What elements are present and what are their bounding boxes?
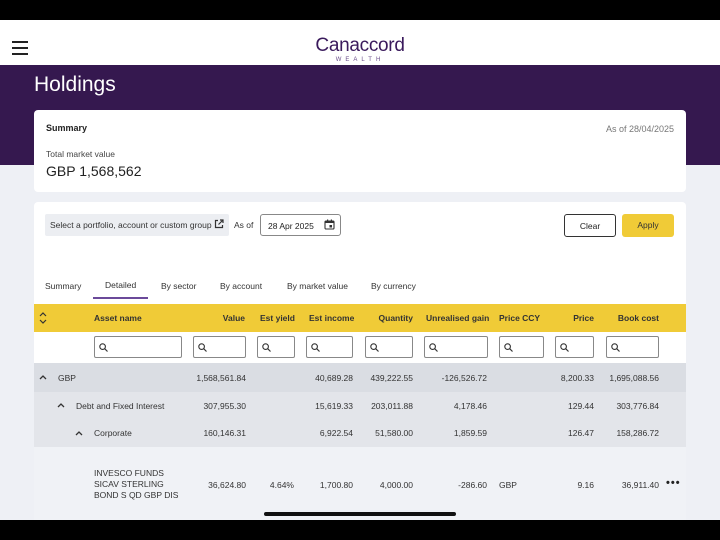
calendar-icon[interactable]	[324, 219, 335, 230]
unrealised-gain-search-input[interactable]	[424, 336, 488, 358]
row-quantity: 203,011.88	[371, 401, 413, 411]
tab-by-market-value[interactable]: By market value	[287, 281, 348, 291]
search-icon	[429, 343, 438, 352]
summary-as-of: As of 28/04/2025	[605, 124, 674, 134]
row-name: Corporate	[94, 428, 132, 438]
table-header: Asset name Value Est yield Est income Qu…	[34, 304, 686, 332]
top-bar: Canaccord WEALTH	[0, 20, 720, 65]
row-value: 1,568,561.84	[196, 373, 246, 383]
col-unrealised-gain[interactable]: Unrealised gain	[426, 313, 489, 323]
price-search-input[interactable]	[555, 336, 594, 358]
brand-logo: Canaccord WEALTH	[0, 36, 720, 64]
more-options-icon[interactable]: •••	[666, 477, 681, 489]
col-asset-name[interactable]: Asset name	[94, 313, 142, 323]
value-search-input[interactable]	[193, 336, 246, 358]
search-icon	[99, 343, 108, 352]
table-row-group-gbp[interactable]: GBP 1,568,561.84 40,689.28 439,222.55 -1…	[34, 363, 686, 392]
book-cost-search-input[interactable]	[606, 336, 659, 358]
logo-main-text: Canaccord	[315, 35, 405, 56]
table-row[interactable]: INVESCO FUNDS SICAV STERLING BOND S QD G…	[34, 447, 686, 520]
logo-sub-text: WEALTH	[335, 57, 385, 63]
col-price[interactable]: Price	[554, 313, 594, 323]
tab-by-sector[interactable]: By sector	[161, 281, 196, 291]
row-price-ccy: GBP	[499, 480, 517, 490]
col-value[interactable]: Value	[184, 313, 245, 323]
col-book-cost[interactable]: Book cost	[614, 313, 659, 323]
row-unrealised-gain: 4,178.46	[453, 401, 487, 411]
search-icon	[560, 343, 569, 352]
chevron-up-icon[interactable]	[39, 374, 47, 380]
as-of-label: As of	[234, 220, 254, 230]
row-est-income: 1,700.80	[319, 480, 353, 490]
date-field[interactable]: 28 Apr 2025	[260, 214, 341, 236]
app-screen: Canaccord WEALTH Holdings Summary As of …	[0, 20, 720, 520]
row-book-cost: 36,911.40	[621, 480, 659, 490]
col-quantity[interactable]: Quantity	[364, 313, 413, 323]
total-market-value: GBP 1,568,562	[46, 163, 142, 179]
clear-button[interactable]: Clear	[564, 214, 616, 237]
page-title: Holdings	[34, 73, 116, 96]
home-indicator	[264, 512, 456, 516]
portfolio-select[interactable]: Select a portfolio, account or custom gr…	[45, 214, 229, 236]
row-unrealised-gain: 1,859.59	[453, 428, 487, 438]
col-est-yield[interactable]: Est yield	[260, 313, 295, 323]
row-quantity: 439,222.55	[370, 373, 413, 383]
external-link-icon	[214, 219, 224, 229]
est-income-search-input[interactable]	[306, 336, 353, 358]
asset-name-line: BOND S QD GBP DIS	[94, 490, 179, 500]
table-row-group-corporate[interactable]: Corporate 160,146.31 6,922.54 51,580.00 …	[34, 419, 686, 447]
portfolio-select-label: Select a portfolio, account or custom gr…	[50, 220, 212, 230]
row-price: 9.16	[577, 480, 594, 490]
summary-card: Summary As of 28/04/2025 Total market va…	[34, 110, 686, 192]
est-yield-search-input[interactable]	[257, 336, 295, 358]
row-value: 36,624.80	[208, 480, 246, 490]
search-icon	[611, 343, 620, 352]
total-market-value-label: Total market value	[46, 149, 115, 159]
search-icon	[504, 343, 513, 352]
search-icon	[262, 343, 271, 352]
quantity-search-input[interactable]	[365, 336, 413, 358]
row-unrealised-gain: -286.60	[458, 480, 487, 490]
view-tabs: Summary Detailed By sector By account By…	[34, 272, 686, 304]
apply-button[interactable]: Apply	[622, 214, 674, 237]
chevron-up-icon[interactable]	[75, 430, 83, 436]
col-est-income[interactable]: Est income	[309, 313, 354, 323]
price-ccy-search-input[interactable]	[499, 336, 544, 358]
asset-name-line: INVESCO FUNDS	[94, 468, 164, 478]
expand-collapse-icon[interactable]	[39, 310, 47, 326]
date-value: 28 Apr 2025	[268, 221, 314, 231]
tab-by-account[interactable]: By account	[220, 281, 262, 291]
row-est-income: 40,689.28	[315, 373, 353, 383]
row-book-cost: 158,286.72	[616, 428, 659, 438]
tab-detailed[interactable]: Detailed	[93, 280, 149, 299]
row-est-income: 6,922.54	[319, 428, 353, 438]
row-value: 307,955.30	[203, 401, 246, 411]
row-quantity: 51,580.00	[375, 428, 413, 438]
row-book-cost: 1,695,088.56	[609, 373, 659, 383]
tab-by-currency[interactable]: By currency	[371, 281, 416, 291]
row-unrealised-gain: -126,526.72	[441, 373, 487, 383]
search-icon	[198, 343, 207, 352]
row-price: 129.44	[568, 401, 594, 411]
row-quantity: 4,000.00	[379, 480, 413, 490]
search-icon	[370, 343, 379, 352]
row-est-yield: 4.64%	[269, 480, 294, 490]
filter-card: Select a portfolio, account or custom gr…	[34, 202, 686, 272]
row-price: 126.47	[568, 428, 594, 438]
column-filter-row	[34, 332, 686, 363]
row-est-income: 15,619.33	[315, 401, 353, 411]
chevron-up-icon[interactable]	[57, 402, 65, 408]
search-icon	[311, 343, 320, 352]
summary-label: Summary	[46, 123, 88, 133]
tab-summary[interactable]: Summary	[45, 281, 81, 291]
row-price: 8,200.33	[560, 373, 594, 383]
row-name: Debt and Fixed Interest	[76, 401, 165, 411]
asset-name-search-input[interactable]	[94, 336, 182, 358]
row-value: 160,146.31	[203, 428, 246, 438]
table-row-group-debt[interactable]: Debt and Fixed Interest 307,955.30 15,61…	[34, 392, 686, 419]
row-name: GBP	[58, 373, 76, 383]
row-book-cost: 303,776.84	[616, 401, 659, 411]
col-price-ccy[interactable]: Price CCY	[499, 313, 540, 323]
